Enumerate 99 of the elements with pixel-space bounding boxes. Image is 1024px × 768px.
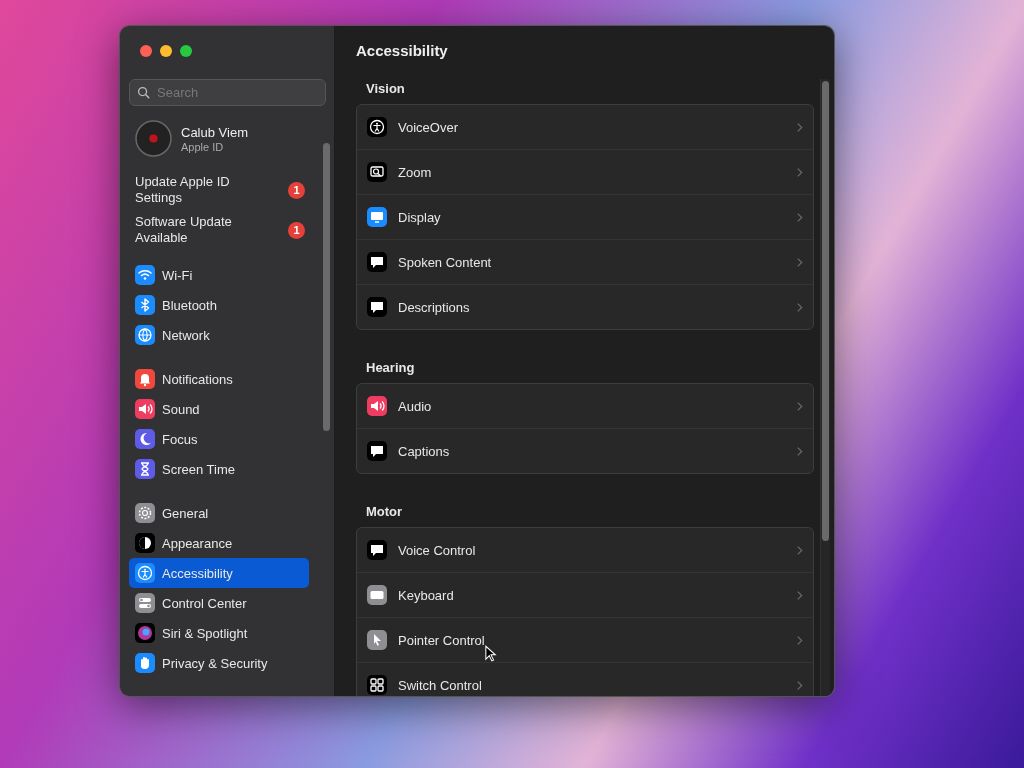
hand-icon [135,653,155,673]
sidebar-item-label: Notifications [162,371,233,387]
sidebar-item-label: Wi-Fi [162,267,193,283]
bell-icon [135,369,155,389]
row-label: Captions [398,443,451,459]
row-label: Switch Control [398,677,483,693]
pointer-icon [367,630,387,650]
accessibility-icon [367,117,387,137]
settings-row[interactable]: Keyboard [357,572,813,617]
sidebar-item[interactable]: Bluetooth [129,290,309,320]
sidebar-item[interactable]: Focus [129,424,309,454]
settings-row[interactable]: Descriptions [357,284,813,329]
sidebar-item-label: Privacy & Security [162,655,268,671]
chevron-icon [796,121,803,133]
speech-bubble-icon [367,540,387,560]
sidebar-item-label: Screen Time [162,461,235,477]
wifi-icon [135,265,155,285]
chevron-icon [796,679,803,691]
globe-icon [135,325,155,345]
settings-row[interactable]: Voice Control [357,528,813,572]
sidebar-item[interactable]: General [129,498,309,528]
chevron-icon [796,256,803,268]
scrollbar[interactable] [323,143,330,431]
chevron-icon [796,400,803,412]
sidebar-item[interactable]: Notifications [129,364,309,394]
speech-bubble-icon [367,297,387,317]
row-label: Audio [398,398,433,414]
scrollbar[interactable] [820,79,830,696]
settings-row[interactable]: VoiceOver [357,105,813,149]
notice-link[interactable]: Update Apple ID Settings [135,174,265,206]
section-heading: Hearing [366,360,416,375]
close-button[interactable] [140,45,152,57]
window-title: Accessibility [356,42,449,59]
toggles-icon [135,593,155,613]
speech-bubble-icon [367,441,387,461]
account-name: Calub Viem [181,124,248,140]
row-label: Voice Control [398,542,477,558]
sidebar-item-label: Appearance [162,535,233,551]
keyboard-icon [367,585,387,605]
settings-row[interactable]: Captions [357,428,813,473]
section-heading: Motor [366,504,404,519]
sidebar-item-label: Sound [162,401,200,417]
settings-row[interactable]: Display [357,194,813,239]
speaker-icon [135,399,155,419]
sidebar-item-label: Accessibility [162,565,233,581]
chevron-icon [796,301,803,313]
account-subtitle: Apple ID [181,140,225,153]
row-label: Spoken Content [398,254,493,270]
settings-row[interactable]: Spoken Content [357,239,813,284]
sidebar-item[interactable]: Appearance [129,528,309,558]
notification-badge: 1 [288,181,305,199]
row-label: Display [398,209,442,225]
sidebar-item[interactable]: Network [129,320,309,350]
row-label: Pointer Control [398,632,486,648]
sidebar-item[interactable]: Privacy & Security [129,648,309,678]
chevron-icon [796,445,803,457]
orb-icon [135,623,155,643]
hourglass-icon [135,459,155,479]
speaker-icon [367,396,387,416]
chevron-icon [796,166,803,178]
sidebar-item[interactable]: Screen Time [129,454,309,484]
zoom-button[interactable] [180,45,192,57]
sidebar-item[interactable]: Sound [129,394,309,424]
avatar-icon [135,120,172,157]
sidebar-item-label: Network [162,327,210,343]
minimize-button[interactable] [160,45,172,57]
grid-icon [367,675,387,695]
chevron-icon [796,589,803,601]
monitor-icon [367,207,387,227]
sidebar-item-label: Siri & Spotlight [162,625,248,641]
sidebar-item[interactable]: Control Center [129,588,309,618]
accessibility-icon [135,563,155,583]
settings-row[interactable]: Zoom [357,149,813,194]
row-label: Keyboard [398,587,455,603]
chevron-icon [796,634,803,646]
speech-bubble-icon [367,252,387,272]
row-label: VoiceOver [398,119,459,135]
row-label: Zoom [398,164,433,180]
bluetooth-icon [135,295,155,315]
mouse-pointer-icon [485,645,497,663]
sidebar-item-label: Focus [162,431,198,447]
section-heading: Vision [366,81,406,96]
chevron-icon [796,211,803,223]
settings-row[interactable]: Switch Control [357,662,813,696]
settings-row[interactable]: Audio [357,384,813,428]
sidebar-item[interactable]: Wi-Fi [129,260,309,290]
moon-icon [135,429,155,449]
chevron-icon [796,544,803,556]
gear-icon [135,503,155,523]
sidebar-item-label: Control Center [162,595,247,611]
magnifier-icon [367,162,387,182]
notification-badge: 1 [288,221,305,239]
sidebar-item-label: Bluetooth [162,297,217,313]
sidebar-item[interactable]: Siri & Spotlight [129,618,309,648]
row-label: Descriptions [398,299,471,315]
notice-link[interactable]: Software Update Available [135,214,265,246]
sidebar-item-label: General [162,505,209,521]
search-field[interactable]: Search [129,79,326,106]
sidebar-item[interactable]: Accessibility [129,558,309,588]
